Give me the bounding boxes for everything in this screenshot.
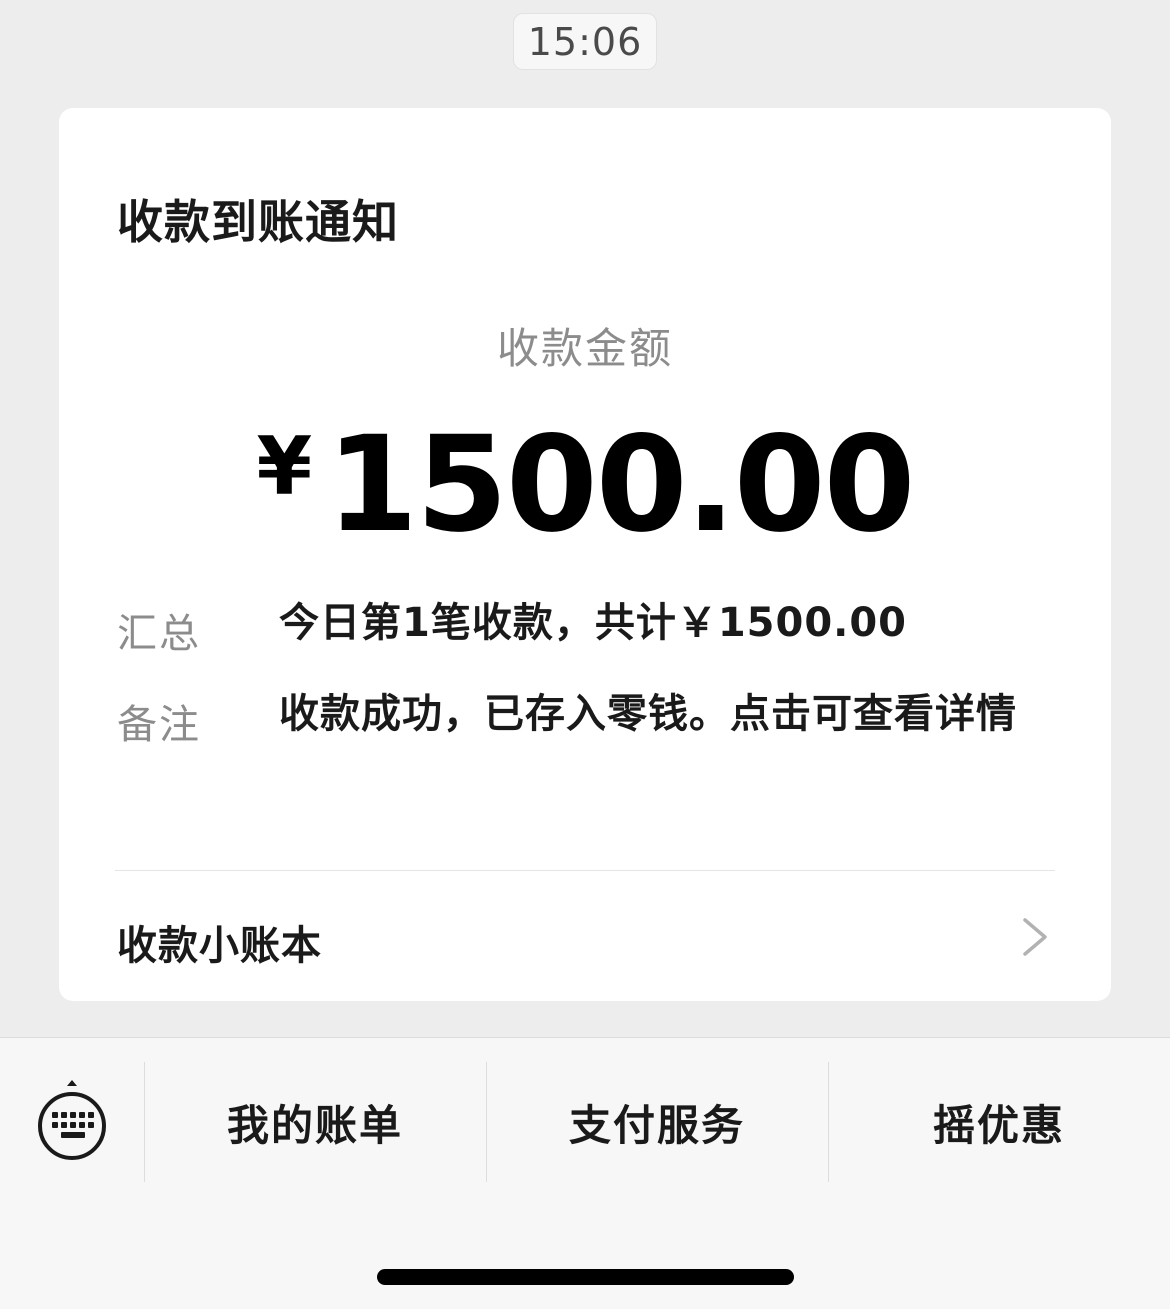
card-title: 收款到账通知 [117, 195, 399, 249]
summary-label: 汇总 [117, 611, 201, 657]
menu-item-shake-deals[interactable]: 摇优惠 [829, 1062, 1169, 1182]
summary-value: 今日第1笔收款，共计￥1500.00 [279, 600, 908, 646]
menu-item-payment-services[interactable]: 支付服务 [487, 1062, 827, 1182]
ledger-link-label: 收款小账本 [117, 923, 322, 969]
ledger-link[interactable]: 收款小账本 [59, 871, 1111, 1001]
home-indicator[interactable] [377, 1269, 794, 1285]
service-menu-bar: 我的账单 支付服务 摇优惠 [0, 1037, 1170, 1309]
currency-symbol: ¥ [256, 420, 313, 513]
menu-item-my-bills[interactable]: 我的账单 [145, 1062, 485, 1182]
remark-value: 收款成功，已存入零钱。点击可查看详情 [279, 691, 1017, 737]
keyboard-icon[interactable] [30, 1078, 114, 1168]
remark-label: 备注 [117, 702, 201, 748]
chevron-right-icon [1023, 918, 1047, 956]
amount-label: 收款金额 [496, 324, 673, 373]
message-timestamp: 15:06 [513, 13, 657, 70]
amount-value: 1500.00 [326, 408, 915, 562]
payment-notification-card[interactable]: 收款到账通知 收款金额 ¥1500.00 汇总 今日第1笔收款，共计￥1500.… [59, 108, 1111, 1001]
amount-display: ¥1500.00 [59, 408, 1111, 562]
